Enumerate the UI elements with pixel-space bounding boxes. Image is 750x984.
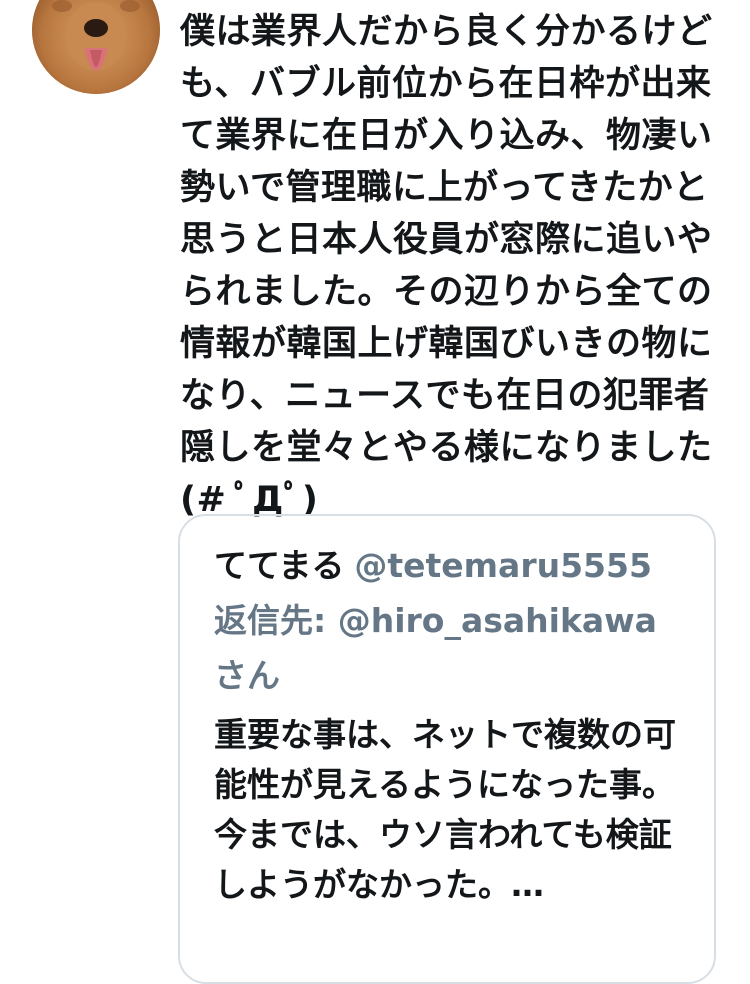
quote-author-line: ててまる @tetemaru5555 [214,538,694,593]
avatar[interactable] [32,0,160,94]
tweet-text: 僕は業界人だから良く分かるけども、バブル前位から在日枠が出来て業界に在日が入り込… [180,12,713,520]
quoted-tweet-card[interactable]: ててまる @tetemaru5555 返信先: @hiro_asahikawa さ… [178,514,716,984]
quote-header: ててまる @tetemaru5555 返信先: @hiro_asahikawa さ… [214,538,694,703]
reply-suffix: さん [214,656,280,695]
reply-to-handle[interactable]: @hiro_asahikawa [338,601,657,640]
reply-prefix: 返信先: [214,601,327,640]
reply-to-line: 返信先: @hiro_asahikawa さん [214,593,694,703]
quote-display-name[interactable]: ててまる [214,546,344,585]
quote-text: 重要な事は、ネットで複数の可能性が見えるようになった事。 今までは、ウソ言われて… [214,715,676,904]
quote-handle[interactable]: @tetemaru5555 [354,546,652,585]
dog-avatar-icon [32,0,160,94]
